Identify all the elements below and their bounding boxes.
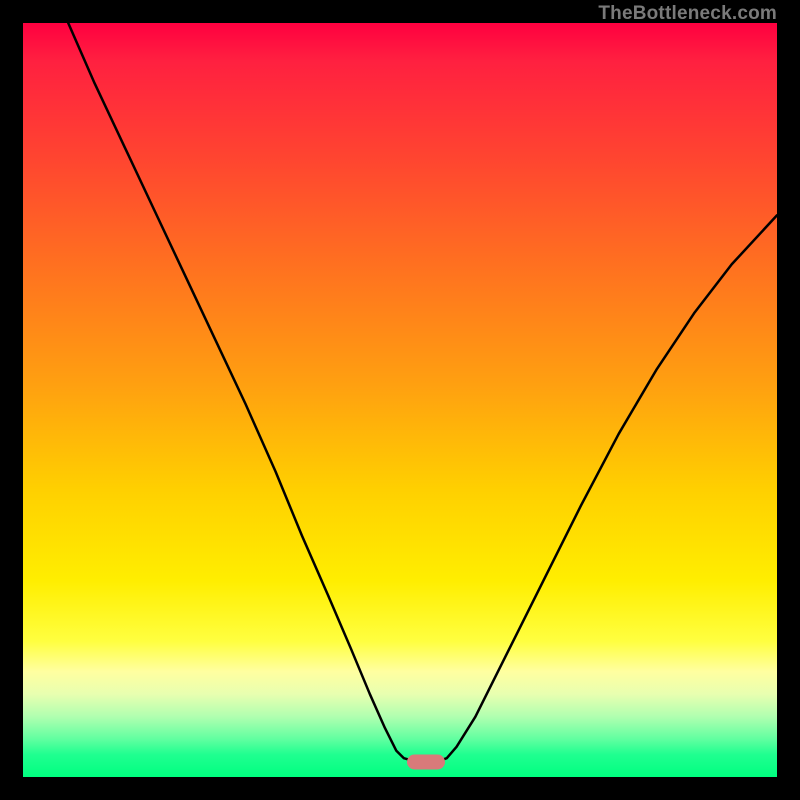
plot-area — [23, 23, 777, 777]
bottleneck-curve — [23, 23, 777, 777]
attribution-text: TheBottleneck.com — [598, 3, 777, 25]
optimal-marker — [407, 754, 445, 769]
